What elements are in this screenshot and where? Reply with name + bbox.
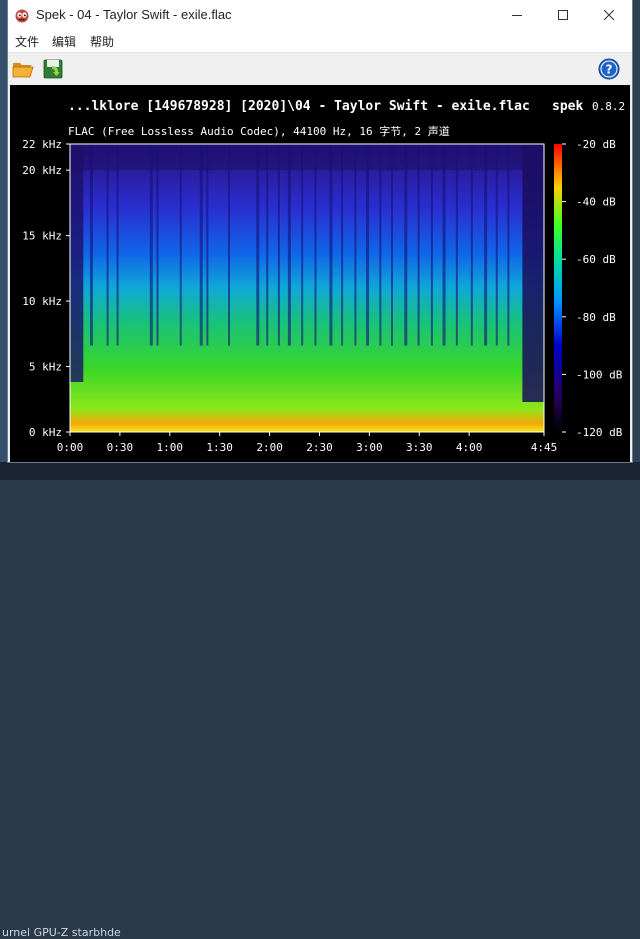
menu-file[interactable]: 文件: [15, 33, 39, 50]
heatmap-band: [287, 144, 291, 346]
x-tick-label: 2:00: [256, 441, 283, 454]
heatmap-cutoff-band: [70, 144, 544, 171]
maximize-icon: [558, 10, 568, 20]
help-icon[interactable]: ?: [596, 57, 622, 81]
colorbar: [554, 144, 562, 432]
heatmap-band: [156, 144, 159, 346]
colorbar-tick-label: -20 dB: [576, 138, 616, 151]
x-tick-label: 4:45: [531, 441, 558, 454]
x-tick-label: 3:30: [406, 441, 433, 454]
folder-open-icon[interactable]: [10, 57, 36, 81]
desktop-taskbar: urnel GPU-Z starbhde: [0, 462, 640, 939]
heatmap-band: [484, 144, 488, 346]
y-tick-label: 5 kHz: [29, 361, 62, 374]
save-icon[interactable]: [40, 57, 66, 81]
x-tick-label: 0:00: [57, 441, 84, 454]
heatmap-band: [277, 144, 280, 346]
y-tick-label: 20 kHz: [22, 164, 62, 177]
close-button[interactable]: [586, 0, 632, 30]
heatmap-band: [390, 144, 393, 346]
colorbar-tick-label: -120 dB: [576, 426, 623, 439]
window-title: Spek - 04 - Taylor Swift - exile.flac: [36, 7, 232, 22]
y-tick-label: 15 kHz: [22, 230, 62, 243]
colorbar-tick-label: -60 dB: [576, 253, 616, 266]
toolbar: ?: [8, 52, 632, 85]
heatmap-quiet-region: [522, 144, 544, 402]
heatmap-band: [199, 144, 203, 346]
minimize-icon: [512, 15, 522, 16]
menu-edit[interactable]: 编辑: [52, 33, 76, 50]
minimize-button[interactable]: [494, 0, 540, 30]
colorbar-tick-label: -40 dB: [576, 196, 616, 209]
svg-text:?: ?: [606, 63, 613, 77]
spectrogram-chart: 0 kHz 5 kHz 10 kHz 15 kHz 20 kHz 22 kHz 0:00 0:…: [22, 138, 623, 454]
heatmap-band: [354, 144, 357, 346]
heatmap-band: [470, 144, 473, 346]
maximize-button[interactable]: [540, 0, 586, 30]
y-tick-label: 0 kHz: [29, 426, 62, 439]
heatmap-band: [314, 144, 317, 346]
heatmap-band: [116, 144, 119, 346]
spectrogram-heatmap: [70, 144, 544, 432]
x-tick-label: 1:00: [157, 441, 184, 454]
heatmap-band: [366, 144, 370, 346]
heatmap-band: [495, 144, 498, 346]
spek-app-icon: [15, 9, 29, 23]
heatmap-band: [266, 144, 269, 346]
spek-window: Spek - 04 - Taylor Swift - exile.flac 文件…: [8, 0, 632, 462]
taskbar-text: urnel GPU-Z starbhde: [2, 926, 121, 939]
spectrogram-view: ...lklore [149678928] [2020]\04 - Taylor…: [10, 85, 630, 462]
heatmap-band: [228, 144, 230, 346]
heatmap-band: [404, 144, 408, 346]
heatmap-band: [179, 144, 182, 346]
heatmap-band: [206, 144, 209, 346]
heatmap-band: [106, 144, 109, 346]
desktop-background-right: [632, 0, 640, 480]
heatmap-band: [507, 144, 510, 346]
heatmap-band: [341, 144, 344, 346]
colorbar-tick-label: -80 dB: [576, 311, 616, 324]
menu-bar: 文件 编辑 帮助: [8, 30, 632, 52]
colorbar-tick-label: -100 dB: [576, 368, 623, 381]
menu-help[interactable]: 帮助: [90, 33, 114, 50]
heatmap-band: [442, 144, 446, 346]
x-tick-label: 0:30: [107, 441, 134, 454]
heatmap-band: [379, 144, 382, 346]
x-tick-label: 1:30: [206, 441, 233, 454]
heatmap-band: [455, 144, 458, 346]
x-tick-label: 2:30: [306, 441, 333, 454]
y-tick-label: 10 kHz: [22, 295, 62, 308]
heatmap-band: [89, 144, 93, 346]
heatmap-band: [301, 144, 304, 346]
x-tick-label: 3:00: [356, 441, 383, 454]
close-icon: [604, 10, 614, 20]
heatmap-band: [430, 144, 433, 346]
x-tick-label: 4:00: [456, 441, 483, 454]
title-bar[interactable]: Spek - 04 - Taylor Swift - exile.flac: [8, 0, 632, 30]
heatmap-intro-region: [70, 144, 84, 382]
heatmap-band: [329, 144, 333, 346]
y-tick-label: 22 kHz: [22, 138, 62, 151]
heatmap-band: [256, 144, 260, 346]
heatmap-band: [149, 144, 153, 346]
heatmap-band: [417, 144, 420, 346]
